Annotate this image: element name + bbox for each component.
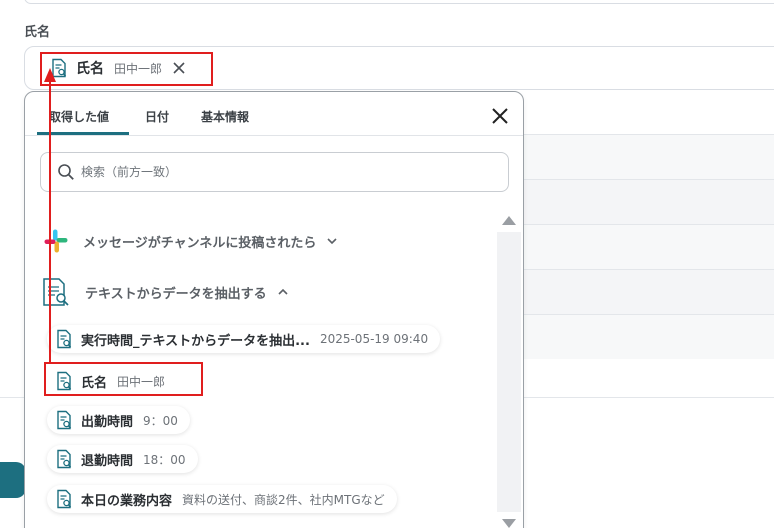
list-item-clock-in[interactable]: 出勤時間 9：00: [47, 406, 190, 434]
group-slack-trigger[interactable]: メッセージがチャンネルに投稿されたら: [43, 228, 338, 254]
chevron-down-icon[interactable]: [326, 235, 338, 247]
background-row: [500, 269, 774, 314]
background-rows: [500, 134, 774, 359]
slack-icon: [44, 229, 68, 253]
active-tab-indicator: [37, 132, 129, 135]
list-item-clock-out[interactable]: 退勤時間 18：00: [47, 445, 198, 473]
tab-basic-info[interactable]: 基本情報: [201, 108, 249, 125]
highlight-box: [44, 362, 203, 396]
value-picker-panel: 取得した値 日付 基本情報 メッセージがチャンネルに投稿されたら: [24, 91, 524, 528]
scroll-up-arrow-icon[interactable]: [502, 216, 516, 225]
background-row: [500, 314, 774, 359]
background-row: [500, 224, 774, 269]
field-label-name: 氏名: [24, 25, 51, 40]
highlight-box: [40, 52, 213, 86]
list-item-today-work[interactable]: 本日の業務内容 資料の送付、商談2件、社内MTGなど: [47, 485, 397, 513]
document-search-icon: [57, 489, 72, 509]
list-item-execution-time[interactable]: 実行時間_テキストからデータを抽出... 2025-05-19 09:40: [47, 325, 441, 353]
group-label: メッセージがチャンネルに投稿されたら: [83, 235, 317, 251]
tab-bar: 取得した値 日付 基本情報: [25, 92, 523, 136]
search-input[interactable]: [81, 165, 461, 179]
item-value: 資料の送付、商談2件、社内MTGなど: [182, 492, 385, 507]
item-value: 9：00: [143, 413, 178, 428]
group-label: テキストからデータを抽出する: [85, 286, 267, 302]
document-search-icon: [57, 410, 72, 430]
search-icon: [58, 164, 74, 180]
group-text-extract[interactable]: テキストからデータを抽出する: [41, 277, 289, 307]
document-search-icon: [57, 329, 72, 349]
item-label: 退勤時間: [81, 453, 134, 469]
item-value: 2025-05-19 09:40: [319, 332, 429, 346]
primary-button[interactable]: [0, 462, 26, 498]
search-box[interactable]: [40, 152, 509, 192]
item-label: 実行時間_テキストからデータを抽出...: [81, 333, 310, 349]
scroll-down-arrow-icon[interactable]: [502, 519, 516, 528]
item-label: 出勤時間: [81, 414, 134, 430]
chevron-up-icon[interactable]: [277, 286, 289, 298]
document-search-icon: [57, 449, 72, 469]
tab-acquired-values[interactable]: 取得した値: [49, 108, 109, 125]
previous-field[interactable]: [24, 0, 774, 4]
item-label: 本日の業務内容: [81, 493, 173, 509]
tab-date[interactable]: 日付: [145, 108, 169, 125]
background-row: [500, 179, 774, 224]
close-icon[interactable]: [491, 107, 509, 125]
scrollbar-track[interactable]: [497, 232, 521, 512]
item-value: 18：00: [143, 452, 186, 467]
text-extract-icon: [43, 278, 69, 306]
background-row: [500, 134, 774, 179]
